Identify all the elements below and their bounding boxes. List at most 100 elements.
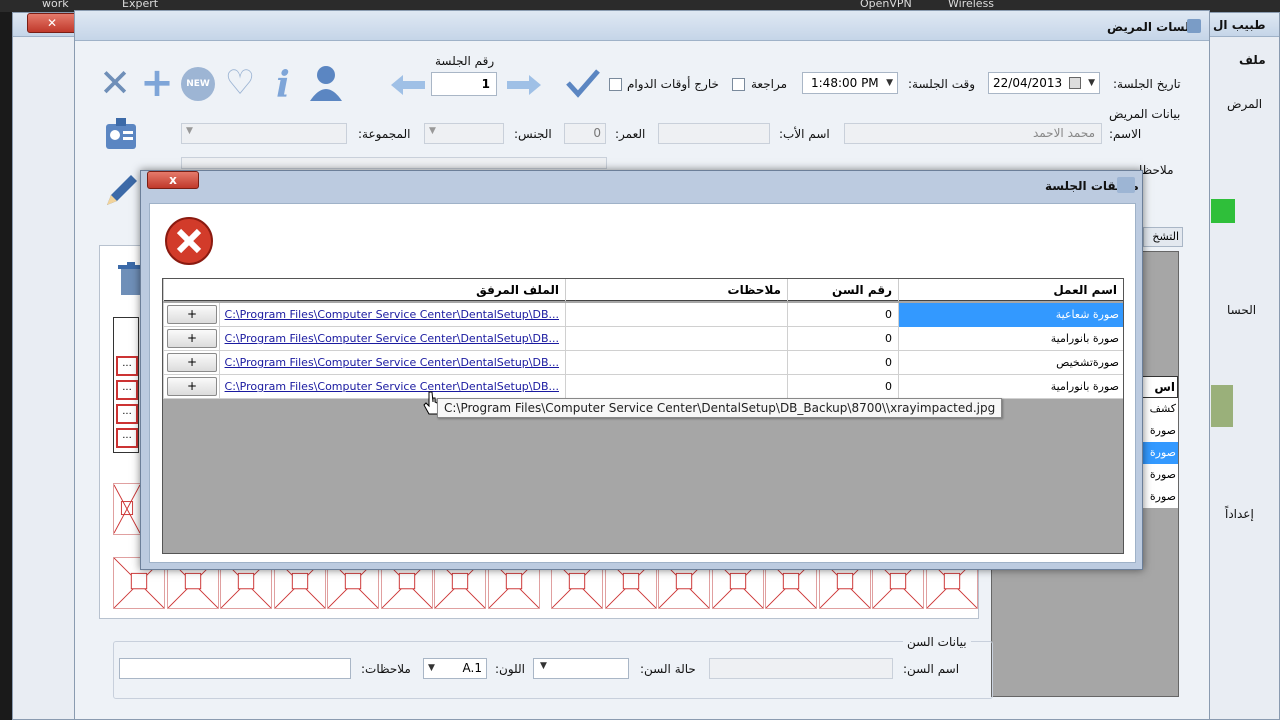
notes-cell[interactable] [565,375,787,399]
tooth-notes-input[interactable] [119,658,351,679]
checkmark-icon[interactable] [565,67,601,99]
color-label: اللون: [495,662,526,676]
close-icon[interactable]: ✕ [97,61,133,105]
session-number-input[interactable]: 1 [431,72,497,96]
work-name-cell[interactable]: صورة بانورامية [898,375,1123,399]
attach-cell: + [163,327,219,351]
session-date-picker[interactable]: 22/04/2013 ▼ [988,72,1100,94]
attach-cell: + [163,303,219,327]
arrow-left-icon[interactable] [389,73,429,97]
attachment-link[interactable]: C:\Program Files\Computer Service Center… [219,351,565,375]
attach-cell: + [163,375,219,399]
tooth-number-cell[interactable]: 0 [787,351,898,375]
main-title-bar [75,11,1209,41]
user-icon[interactable] [307,63,345,103]
chevron-down-icon[interactable]: ▼ [429,126,436,136]
error-icon[interactable] [164,216,214,266]
age-label: العمر: [615,127,646,141]
session-time-picker[interactable]: 1:48:00 PM ▼ [802,72,898,94]
session-time-value: 1:48:00 PM [811,76,879,90]
notes-cell[interactable] [565,303,787,327]
tooth-number-cell[interactable]: 0 [787,303,898,327]
app-icon [1187,19,1201,33]
main-window-title: جلسات المريض [1107,20,1199,34]
taskbar-item[interactable]: OpenVPN [860,0,912,10]
chevron-down-icon[interactable]: ▼ [886,73,893,93]
grid-header: الملف المرفق ملاحظات رقم السن اسم العمل [163,279,1123,301]
calendar-icon[interactable] [1069,77,1081,89]
table-row[interactable]: + C:\Program Files\Computer Service Cente… [163,327,1123,351]
attach-file-button[interactable]: + [167,305,217,324]
column-header-attachment[interactable]: الملف المرفق [163,279,565,301]
attach-file-button[interactable]: + [167,377,217,396]
chevron-down-icon[interactable]: ▼ [540,661,547,671]
tooth-number-cell[interactable]: 0 [787,375,898,399]
patient-card-icon[interactable] [103,115,139,151]
work-name-cell[interactable]: صورة بانورامية [898,327,1123,351]
name-label: الاسم: [1109,127,1142,141]
group-select[interactable]: ▼ [181,123,347,144]
taskbar-item[interactable]: Wireless [948,0,994,10]
arrow-right-icon[interactable] [503,73,543,97]
work-name-cell[interactable]: صورة شعاعية [898,303,1123,327]
patient-name-input[interactable]: محمد الاحمد [844,123,1102,144]
tooth-button[interactable]: ... [116,380,138,400]
tab-diagnosis[interactable]: التشخ [1143,227,1183,247]
column-header-notes[interactable]: ملاحظات [565,279,787,301]
column-header-work-name[interactable]: اسم العمل [898,279,1123,301]
outside-hours-checkbox[interactable] [609,78,622,91]
work-name-cell[interactable]: صورةتشخيص [898,351,1123,375]
tooth-name-input[interactable] [709,658,893,679]
tooth-button[interactable]: ... [116,428,138,448]
column-header-tooth-number[interactable]: رقم السن [787,279,898,301]
age-input[interactable]: 0 [564,123,606,144]
work-list-item[interactable]: كشف [1140,398,1178,420]
taskbar-item[interactable]: Expert [122,0,158,10]
work-list-item[interactable]: صورة [1140,486,1178,508]
attachment-link[interactable]: C:\Program Files\Computer Service Center… [219,327,565,351]
tooth-data-label: بيانات السن [903,635,971,649]
review-checkbox[interactable] [732,78,745,91]
chevron-down-icon[interactable]: ▼ [186,126,193,136]
taskbar-item[interactable]: work [42,0,69,10]
edit-pencil-icon[interactable] [101,171,141,211]
add-icon[interactable]: + [139,60,175,106]
table-row[interactable]: + C:\Program Files\Computer Service Cente… [163,351,1123,375]
side-label: الحسا [1227,303,1257,317]
work-list-header: اس [1140,376,1178,398]
attachment-link[interactable]: C:\Program Files\Computer Service Center… [219,303,565,327]
father-name-input[interactable] [658,123,770,144]
work-list-item[interactable]: صورة [1140,464,1178,486]
work-list-item-selected[interactable]: صورة [1140,442,1178,464]
tooth-button[interactable]: ... [116,356,138,376]
tooth-number-cell[interactable]: 0 [787,327,898,351]
chevron-down-icon[interactable]: ▼ [1088,73,1095,93]
tooth-cell[interactable] [113,483,141,535]
father-name-label: اسم الأب: [779,127,830,141]
attachment-link[interactable]: C:\Program Files\Computer Service Center… [219,375,565,399]
notes-cell[interactable] [565,351,787,375]
gender-select[interactable]: ▼ [424,123,504,144]
attach-file-button[interactable]: + [167,329,217,348]
menu-file[interactable]: ملف [1239,53,1266,67]
outer-close-button[interactable]: ✕ [27,13,77,33]
table-row[interactable]: + C:\Program Files\Computer Service Cente… [163,303,1123,327]
table-row[interactable]: + C:\Program Files\Computer Service Cente… [163,375,1123,399]
dialog-app-icon [1117,177,1135,193]
work-list-item[interactable]: صورة [1140,420,1178,442]
tooth-buttons-column: ... ... ... ... [113,317,139,453]
notes-input[interactable] [181,157,607,169]
attach-file-button[interactable]: + [167,353,217,372]
group-label: المجموعة: [358,127,411,141]
color-select[interactable]: ▼ A.1 [423,658,487,679]
favorite-add-icon[interactable]: ♡ [221,63,259,103]
chevron-down-icon[interactable]: ▼ [428,659,435,678]
notes-cell[interactable] [565,327,787,351]
tooth-status-select[interactable]: ▼ [533,658,629,679]
money-icon [1211,385,1233,427]
info-icon[interactable]: i [271,64,295,106]
tooth-button[interactable]: ... [116,404,138,424]
color-value: A.1 [462,661,482,675]
new-icon[interactable]: NEW [181,67,215,101]
dialog-close-button[interactable]: x [147,171,199,189]
